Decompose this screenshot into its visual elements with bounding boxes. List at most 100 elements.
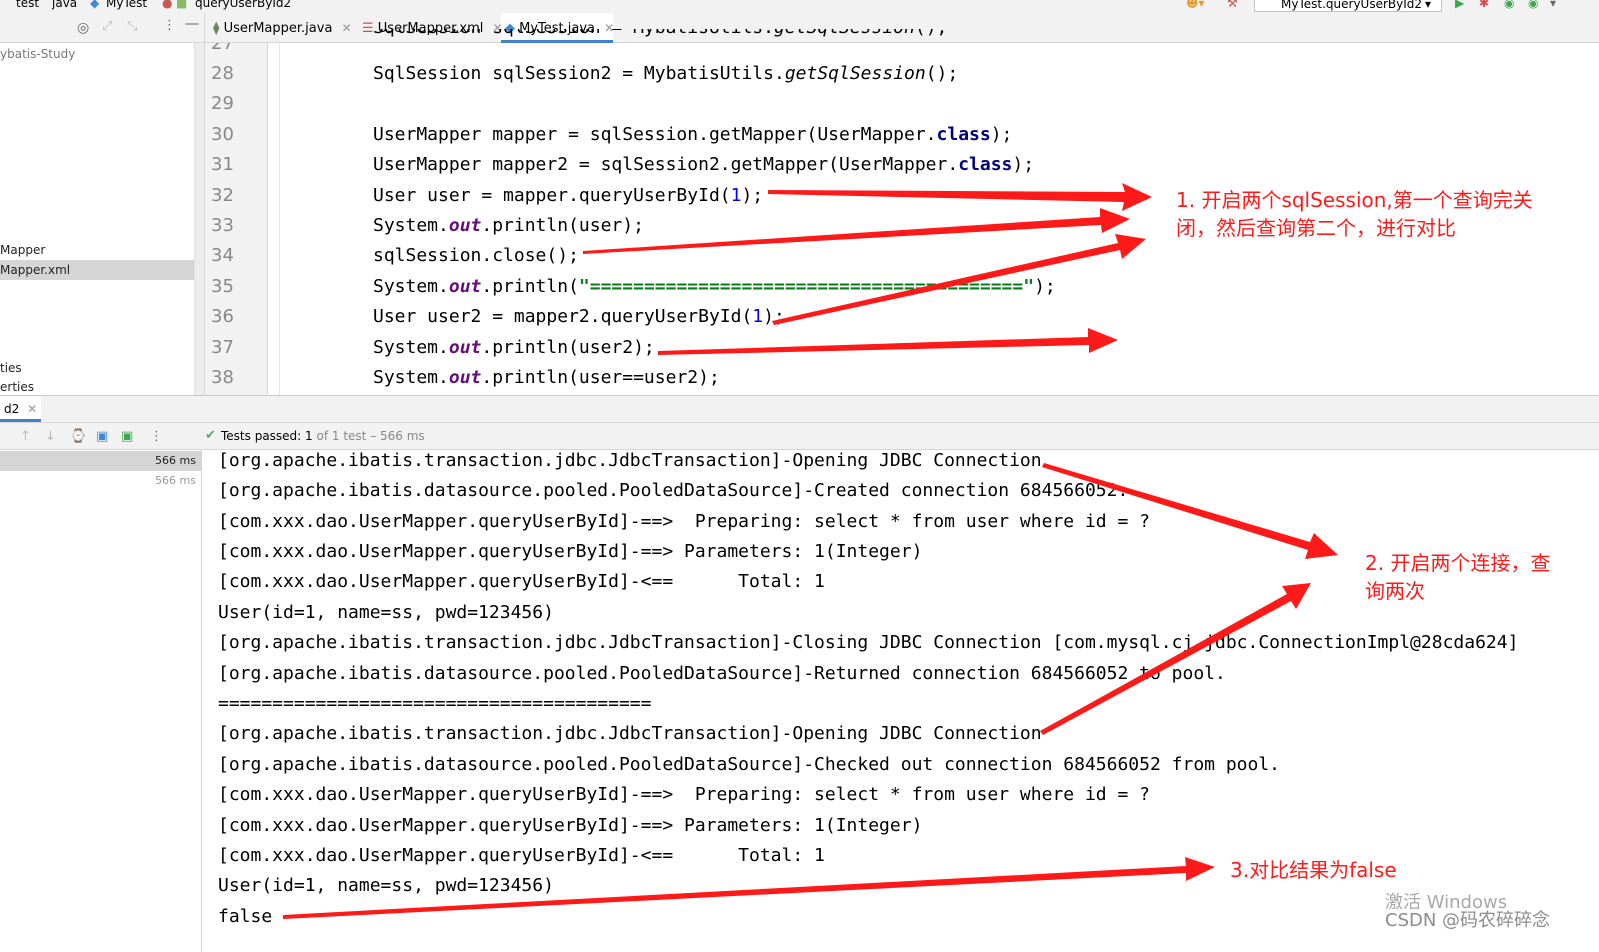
arrow-shape bbox=[658, 328, 1118, 355]
more-options-icon[interactable]: ⋮ bbox=[150, 429, 163, 444]
import-tests-icon[interactable]: ▣ bbox=[96, 429, 108, 444]
run-config-label: MyTest.queryUserById2 bbox=[1281, 0, 1423, 11]
console-line: [com.xxx.dao.UserMapper.queryUserById]-=… bbox=[218, 815, 923, 836]
code-line-32: User user = mapper.queryUserById(1); bbox=[373, 185, 764, 206]
export-tests-icon[interactable]: ▣ bbox=[121, 429, 133, 444]
project-toolbar: ◎ ⤢ ⤡ ⋮ — bbox=[0, 13, 204, 43]
annotation-note-1-line-1: 1. 开启两个sqlSession,第一个查询完关 bbox=[1176, 188, 1533, 212]
line-number: 28 bbox=[211, 63, 234, 84]
console-line: ======================================== bbox=[218, 693, 652, 714]
close-icon[interactable]: ✕ bbox=[27, 402, 37, 416]
tab-usermapper-java[interactable]: ⧫ UserMapper.java ✕ bbox=[213, 13, 353, 43]
arrow-shape bbox=[768, 183, 1152, 211]
console-line: [com.xxx.dao.UserMapper.queryUserById]-=… bbox=[218, 511, 1150, 532]
code-line-34: sqlSession.close(); bbox=[373, 245, 579, 266]
code-line-38: System.out.println(user==user2); bbox=[373, 367, 720, 388]
line-number: 37 bbox=[211, 337, 234, 358]
code-line-28: SqlSession sqlSession2 = MybatisUtils.ge… bbox=[373, 63, 959, 84]
tree-item-properties-2[interactable]: erties bbox=[0, 377, 204, 395]
run-tool-window-tabs: d2 ✕ bbox=[0, 395, 1599, 423]
java-interface-icon: ⧫ bbox=[213, 21, 220, 36]
tree-item-properties[interactable]: ties bbox=[0, 358, 204, 378]
line-number: 32 bbox=[211, 185, 234, 206]
line-number: 34 bbox=[211, 245, 234, 266]
console-line: false bbox=[218, 906, 273, 927]
console-line: [com.xxx.dao.UserMapper.queryUserById]-=… bbox=[218, 541, 923, 562]
hide-icon[interactable]: — bbox=[185, 16, 199, 32]
history-icon[interactable]: ⌚ bbox=[70, 429, 86, 444]
console-line: [org.apache.ibatis.datasource.pooled.Poo… bbox=[218, 480, 1129, 501]
run-tab-label: d2 bbox=[4, 402, 20, 416]
tab-label: UserMapper.java bbox=[223, 21, 333, 36]
run-icon[interactable]: ▶ bbox=[1455, 0, 1464, 10]
console-line: [org.apache.ibatis.transaction.jdbc.Jdbc… bbox=[218, 632, 1519, 653]
line-number: 38 bbox=[211, 367, 234, 388]
close-icon[interactable]: ✕ bbox=[342, 21, 352, 35]
code-line-36: User user2 = mapper2.queryUserById(1); bbox=[373, 306, 785, 327]
sidebar-scrollbar[interactable] bbox=[194, 43, 204, 395]
user-icon[interactable]: ☻▾ bbox=[1186, 0, 1205, 10]
console-line: [org.apache.ibatis.datasource.pooled.Poo… bbox=[218, 754, 1281, 775]
fold-guide bbox=[279, 43, 280, 395]
breadcrumb-test[interactable]: test bbox=[16, 0, 39, 10]
test-tree-row[interactable]: 566 ms bbox=[0, 471, 201, 491]
annotation-note-1: 1. 开启两个sqlSession,第一个查询完关 闭，然后查询第二个，进行对比 bbox=[1176, 186, 1533, 242]
arrow-down-icon[interactable]: ↓ bbox=[45, 429, 56, 444]
test-tree-row[interactable]: 566 ms bbox=[0, 451, 201, 471]
annotation-note-1-line-2: 闭，然后查询第二个，进行对比 bbox=[1176, 216, 1456, 240]
chevron-down-icon: ▾ bbox=[1425, 0, 1432, 11]
navigation-bar: test java ◆ MyTest ● ■ queryUserById2 ☻▾… bbox=[0, 0, 1599, 13]
console-line: [com.xxx.dao.UserMapper.queryUserById]-<… bbox=[218, 571, 825, 592]
tree-item-usermapper[interactable]: Mapper bbox=[0, 240, 204, 260]
csdn-watermark: CSDN @码农碎碎念 bbox=[1385, 910, 1551, 931]
annotation-note-2: 2. 开启两个连接，查 询两次 bbox=[1365, 549, 1550, 605]
debug-icon[interactable]: ✱ bbox=[1479, 0, 1489, 10]
run-tab[interactable]: d2 ✕ bbox=[0, 396, 42, 422]
line-number: 36 bbox=[211, 306, 234, 327]
code-line-35: System.out.println("====================… bbox=[373, 276, 1056, 297]
test-status-suffix: of 1 test – 566 ms bbox=[316, 429, 425, 443]
options-icon[interactable]: ⋮ bbox=[163, 18, 176, 33]
lock-icon: ■ bbox=[176, 0, 188, 10]
collapse-icon[interactable]: ⤡ bbox=[127, 19, 137, 34]
annotation-note-2-line-1: 2. 开启两个连接，查 bbox=[1365, 551, 1551, 575]
build-hammer-icon[interactable]: ⚒ bbox=[1227, 0, 1238, 10]
console-line: [org.apache.ibatis.datasource.pooled.Poo… bbox=[218, 663, 1226, 684]
run-config-dropdown[interactable]: MyTest.queryUserById2 ▾ bbox=[1254, 0, 1442, 12]
console-line: User(id=1, name=ss, pwd=123456) bbox=[218, 602, 554, 623]
console-line: [org.apache.ibatis.transaction.jdbc.Jdbc… bbox=[218, 723, 1042, 744]
breadcrumb-method[interactable]: queryUserById2 bbox=[195, 0, 291, 10]
class-icon: ◆ bbox=[90, 0, 100, 10]
line-number: 35 bbox=[211, 276, 234, 297]
coverage-icon[interactable]: ◉ bbox=[1504, 0, 1514, 10]
arrow-up-icon[interactable]: ↑ bbox=[20, 429, 31, 444]
editor-gutter: 27 28 29 30 31 32 33 34 35 36 37 38 bbox=[205, 43, 268, 395]
code-line-31: UserMapper mapper2 = sqlSession2.getMapp… bbox=[373, 154, 1035, 175]
code-line-33: System.out.println(user); bbox=[373, 215, 644, 236]
tree-item-usermapper-xml[interactable]: Mapper.xml bbox=[0, 260, 204, 280]
line-number: 33 bbox=[211, 215, 234, 236]
code-line-27: SqlSession sqlSession = MybatisUtils.get… bbox=[373, 29, 947, 43]
test-runner-toolbar: ↑ ↓ ⌚ ▣ ▣ ⋮ ✔ Tests passed: 1 of 1 test … bbox=[0, 423, 1599, 450]
profile-icon[interactable]: ◉ bbox=[1528, 0, 1538, 10]
line-number: 31 bbox=[211, 154, 234, 175]
more-run-icon[interactable]: ▾ bbox=[1550, 0, 1556, 10]
annotation-note-2-line-2: 询两次 bbox=[1365, 579, 1425, 603]
breadcrumb-java[interactable]: java bbox=[52, 0, 77, 10]
console-line: User(id=1, name=ss, pwd=123456) bbox=[218, 875, 554, 896]
expand-icon[interactable]: ⤢ bbox=[102, 19, 112, 34]
target-icon[interactable]: ◎ bbox=[77, 20, 89, 36]
test-status-count: 1 bbox=[305, 429, 313, 443]
breadcrumb-mytest[interactable]: MyTest bbox=[106, 0, 147, 10]
arrow-shape bbox=[583, 208, 1130, 254]
project-tool-window: ◎ ⤢ ⤡ ⋮ — ybatis-Study Mapper Mapper.xml… bbox=[0, 13, 205, 395]
annotation-note-3: 3.对比结果为false bbox=[1230, 858, 1397, 882]
test-status: Tests passed: 1 of 1 test – 566 ms bbox=[221, 429, 425, 443]
code-line-30: UserMapper mapper = sqlSession.getMapper… bbox=[373, 124, 1013, 145]
method-icon: ● bbox=[162, 0, 173, 10]
passed-check-icon: ✔ bbox=[205, 428, 216, 443]
tree-item-project[interactable]: ybatis-Study bbox=[0, 44, 204, 64]
line-number: 27 bbox=[211, 43, 234, 54]
console-line: [org.apache.ibatis.transaction.jdbc.Jdbc… bbox=[218, 450, 1042, 471]
line-number: 30 bbox=[211, 124, 234, 145]
